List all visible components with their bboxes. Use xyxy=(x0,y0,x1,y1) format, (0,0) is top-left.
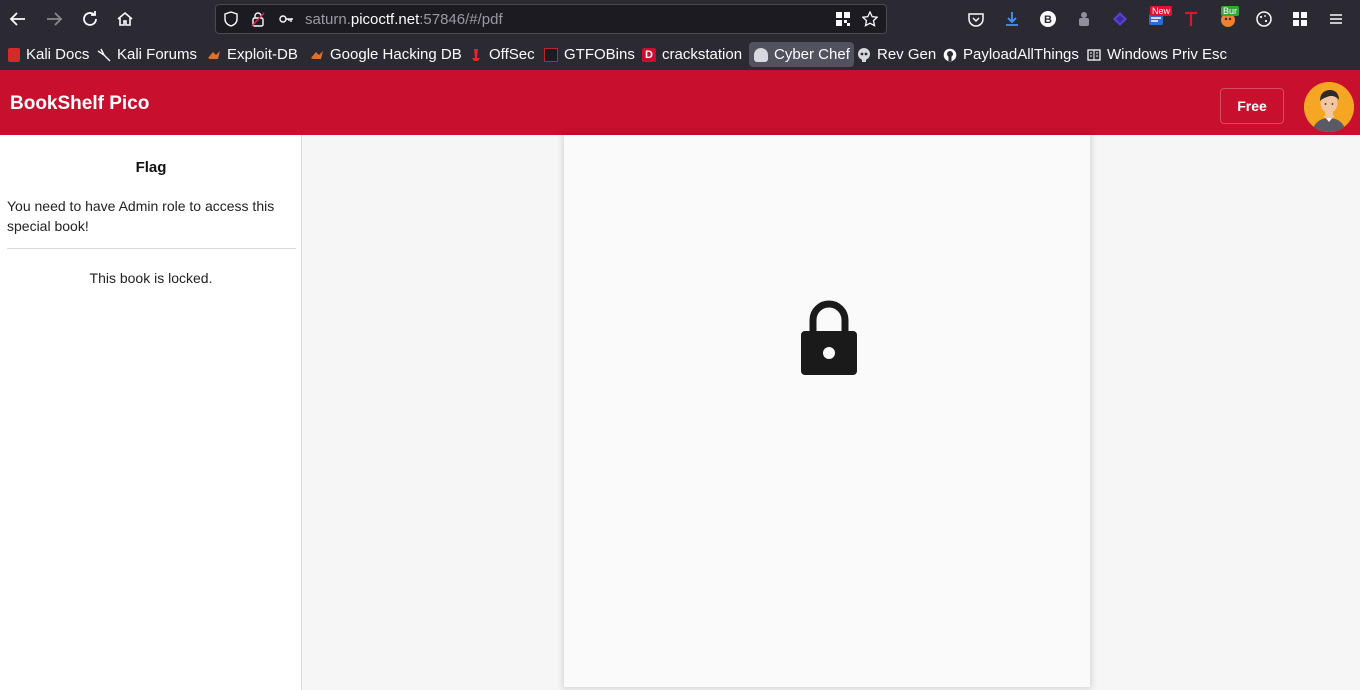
brand-title[interactable]: BookShelf Pico xyxy=(10,93,149,115)
bookmark-star-icon[interactable] xyxy=(862,11,878,27)
new-badge: New xyxy=(1150,6,1173,16)
bookmark-google-hacking-db[interactable]: Google Hacking DB xyxy=(310,42,462,67)
cyberchef-icon xyxy=(754,47,768,62)
offsec-icon xyxy=(469,48,483,62)
menu-icon[interactable] xyxy=(1326,9,1346,29)
bookmark-label: PayloadAllThings xyxy=(963,46,1079,63)
bookmark-kali-forums[interactable]: Kali Forums xyxy=(97,42,197,67)
cookie-icon[interactable] xyxy=(1254,9,1274,29)
url-text[interactable]: saturn.picoctf.net:57846/#/pdf xyxy=(305,11,503,29)
plan-button[interactable]: Free xyxy=(1220,88,1284,124)
downloads-icon[interactable] xyxy=(1002,9,1022,29)
bookmarks-bar: Kali Docs Kali Forums Exploit-DB Google … xyxy=(0,39,1360,70)
app-header: BookShelf Pico Free xyxy=(0,70,1360,135)
pdf-viewer xyxy=(302,135,1360,690)
bookmark-cyber-chef[interactable]: Cyber Chef xyxy=(749,42,854,67)
url-prefix: saturn. xyxy=(305,11,351,28)
bookmark-kali-docs[interactable]: Kali Docs xyxy=(8,42,89,67)
bookmark-label: Windows Priv Esc xyxy=(1107,46,1228,63)
browser-toolbar: saturn.picoctf.net:57846/#/pdf B New Bur xyxy=(0,0,1360,39)
url-suffix: :57846/#/pdf xyxy=(419,11,503,28)
book-sidebar: Flag You need to have Admin role to acce… xyxy=(0,135,302,690)
bookmark-label: OffSec xyxy=(489,46,535,63)
extension-puzzle-icon[interactable] xyxy=(1074,9,1094,29)
bookmark-label: Cyber Chef xyxy=(774,46,850,63)
bookmark-label: Kali Forums xyxy=(117,46,198,63)
bookmark-windows-priv-esc[interactable]: Windows Priv Esc xyxy=(1087,42,1227,67)
wappalyzer-icon[interactable] xyxy=(1110,9,1130,29)
locked-status: This book is locked. xyxy=(89,270,213,286)
reload-icon[interactable] xyxy=(79,8,101,30)
divider xyxy=(7,248,296,249)
bookmark-label: Kali Docs xyxy=(26,46,90,63)
exploit-db-icon xyxy=(207,48,221,62)
book-description: You need to have Admin role to access th… xyxy=(7,198,275,234)
book-title: Flag xyxy=(135,159,167,176)
qr-code-icon[interactable] xyxy=(835,11,851,27)
bookmark-label: GTFOBins xyxy=(564,46,635,63)
home-icon[interactable] xyxy=(114,8,136,30)
forward-icon[interactable] xyxy=(43,8,65,30)
back-icon[interactable] xyxy=(7,8,29,30)
ghdb-icon xyxy=(310,48,324,62)
bookmark-label: crackstation xyxy=(662,46,743,63)
url-host: picoctf.net xyxy=(350,11,420,28)
bookmark-offsec[interactable]: OffSec xyxy=(469,42,535,67)
bookmark-payloadallthings[interactable]: PayloadAllThings xyxy=(943,42,1079,67)
insecure-lock-icon[interactable] xyxy=(250,11,266,27)
bookmark-exploit-db[interactable]: Exploit-DB xyxy=(207,42,298,67)
shield-icon[interactable] xyxy=(223,11,239,27)
extensions-icon[interactable] xyxy=(1290,9,1310,29)
url-bar[interactable]: saturn.picoctf.net:57846/#/pdf xyxy=(215,4,887,34)
kali-forums-icon xyxy=(97,48,111,62)
book-icon xyxy=(1087,48,1101,62)
bookmark-label: Rev Gen xyxy=(877,46,937,63)
kali-docs-icon xyxy=(8,47,20,62)
gtfobins-icon xyxy=(544,47,558,62)
bookmark-label: Exploit-DB xyxy=(227,46,298,63)
bookmark-rev-gen[interactable]: Rev Gen xyxy=(857,42,936,67)
revgen-icon xyxy=(857,47,871,62)
bookmark-crackstation[interactable]: D crackstation xyxy=(642,42,742,67)
pdf-page xyxy=(564,135,1090,687)
burp-badge: Bur xyxy=(1221,6,1240,16)
crackstation-icon: D xyxy=(642,47,656,62)
lock-icon xyxy=(799,298,859,376)
svg-text:B: B xyxy=(1044,14,1052,26)
pocket-icon[interactable] xyxy=(966,9,986,29)
github-icon xyxy=(943,48,957,62)
t-extension-icon[interactable] xyxy=(1181,9,1201,29)
b-extension-icon[interactable]: B xyxy=(1038,9,1058,29)
bookmark-gtfobins[interactable]: GTFOBins xyxy=(544,42,635,67)
avatar[interactable] xyxy=(1304,82,1354,132)
bookmark-label: Google Hacking DB xyxy=(330,46,462,63)
key-icon[interactable] xyxy=(278,11,294,27)
